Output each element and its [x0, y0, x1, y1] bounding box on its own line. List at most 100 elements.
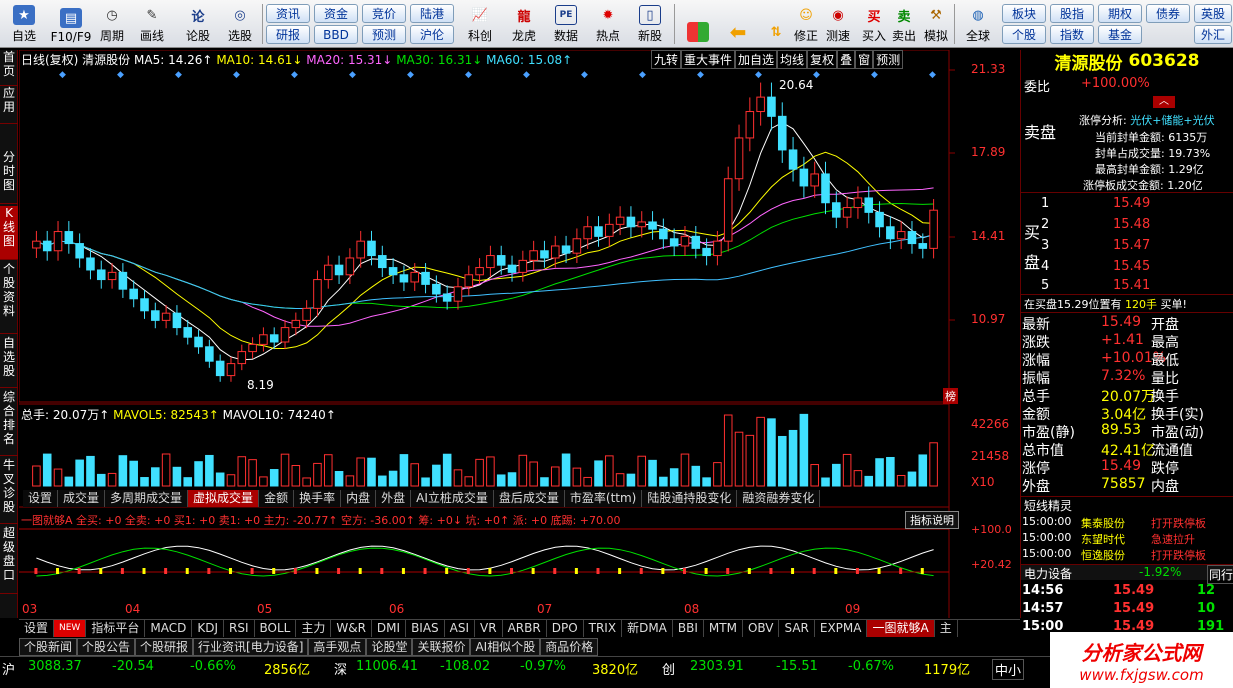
- sh-index[interactable]: 3088.37: [28, 659, 82, 674]
- short-elf-item[interactable]: 东望时代: [1081, 531, 1125, 547]
- pill-bonds[interactable]: 债券: [1146, 4, 1190, 23]
- news-tab[interactable]: 关联报价: [412, 638, 471, 656]
- kline-chart-area[interactable]: ◆ ◆ ◆ ◆ ◆ ◆ ◆ ◆ ◆ ◆ ◆ ◆ ◆ ◆ ◆ ◆ 日线(复权) 清源股份 MA5: 14.26↑…: [19, 50, 1020, 618]
- indicator-tab[interactable]: DPO: [547, 620, 584, 637]
- data-button[interactable]: PE 数据: [548, 2, 584, 46]
- peer-tab[interactable]: 同行: [1207, 565, 1233, 584]
- subtab-ai-volume[interactable]: AI立桩成交量: [411, 490, 494, 507]
- tab-diagnosis[interactable]: 牛叉诊股: [0, 458, 18, 524]
- indicator-tab[interactable]: SAR: [779, 620, 815, 637]
- pill-uk-stocks[interactable]: 英股: [1194, 4, 1232, 23]
- tool-nine-turn[interactable]: 九转: [651, 50, 682, 69]
- draw-line-button[interactable]: ✎ 画线: [136, 2, 168, 46]
- subtab-multi-volume[interactable]: 多周期成交量: [105, 490, 189, 507]
- subtab-inner[interactable]: 内盘: [341, 490, 377, 507]
- subtab-amount[interactable]: 金额: [259, 490, 295, 507]
- pill-bbd[interactable]: BBD: [314, 25, 358, 44]
- short-elf-item[interactable]: 15:00:00: [1022, 531, 1071, 544]
- pill-index[interactable]: 指数: [1050, 25, 1094, 44]
- tab-ranking[interactable]: 综合排名: [0, 390, 18, 456]
- subtab-volume[interactable]: 成交量: [58, 490, 106, 507]
- subtab-pe-ttm[interactable]: 市盈率(ttm): [564, 490, 643, 507]
- tool-window[interactable]: 窗: [855, 50, 874, 69]
- subtab-outer[interactable]: 外盘: [376, 490, 412, 507]
- up-down-button[interactable]: ⇅: [760, 2, 792, 46]
- indicator-tab[interactable]: 主: [935, 620, 958, 637]
- indicator-tab[interactable]: OBV: [743, 620, 780, 637]
- color-grid-button[interactable]: [680, 2, 716, 46]
- news-tab[interactable]: 个股研报: [135, 638, 194, 656]
- tool-overlay[interactable]: 叠: [837, 50, 856, 69]
- subtab-after-hours[interactable]: 盘后成交量: [493, 490, 565, 507]
- revise-button[interactable]: ☺ 修正: [790, 2, 822, 46]
- tool-ma[interactable]: 均线: [777, 50, 808, 69]
- pill-forecast[interactable]: 预测: [362, 25, 406, 44]
- tab-apps[interactable]: 应用: [0, 86, 18, 124]
- pill-sh-london[interactable]: 沪伦: [410, 25, 454, 44]
- news-tab[interactable]: 论股堂: [366, 638, 413, 656]
- news-tab[interactable]: 个股新闻: [19, 638, 78, 656]
- cy-index[interactable]: 2303.91: [690, 659, 744, 674]
- buy-price-4[interactable]: 15.45: [1113, 259, 1150, 274]
- indicator-tab[interactable]: VR: [475, 620, 503, 637]
- pill-futures-index[interactable]: 股指: [1050, 4, 1094, 23]
- back-button[interactable]: ⬅: [720, 2, 756, 46]
- indicator-tab[interactable]: RSI: [224, 620, 255, 637]
- tab-home[interactable]: 首页: [0, 50, 18, 86]
- buy-price-1[interactable]: 15.49: [1113, 196, 1150, 211]
- short-elf-item[interactable]: 急速拉升: [1151, 531, 1195, 547]
- buy-price-2[interactable]: 15.48: [1113, 217, 1150, 232]
- tool-adjust[interactable]: 复权: [807, 50, 838, 69]
- indicator-tab[interactable]: 主力: [296, 620, 332, 637]
- indicator-tab[interactable]: TRIX: [584, 620, 623, 637]
- stock-picker-button[interactable]: ◎ 选股: [224, 2, 256, 46]
- pill-options[interactable]: 期权: [1098, 4, 1142, 23]
- indicator-tab[interactable]: DMI: [372, 620, 407, 637]
- indicator-tab[interactable]: W&R: [331, 620, 372, 637]
- subtab-settings[interactable]: 设置: [23, 490, 59, 507]
- tab-stock-info[interactable]: 个股资料: [0, 262, 18, 334]
- indicator-tab[interactable]: 一图就够A: [867, 620, 935, 637]
- indicator-tab[interactable]: BOLL: [255, 620, 297, 637]
- indicator-tab[interactable]: KDJ: [192, 620, 224, 637]
- collapse-icon[interactable]: ︿: [1153, 96, 1175, 108]
- pill-hk-connect[interactable]: 陆港: [410, 4, 454, 23]
- news-tab[interactable]: 高手观点: [308, 638, 367, 656]
- short-elf-title[interactable]: 短线精灵: [1024, 497, 1072, 514]
- short-elf-item[interactable]: 集泰股份: [1081, 515, 1125, 531]
- pill-stock[interactable]: 个股: [1002, 25, 1046, 44]
- indicator-tab[interactable]: MTM: [704, 620, 743, 637]
- indicator-tab[interactable]: MACD: [145, 620, 193, 637]
- indicator-tab[interactable]: BIAS: [406, 620, 445, 637]
- news-tab[interactable]: 个股公告: [77, 638, 136, 656]
- simulate-button[interactable]: ⚒ 模拟: [920, 2, 952, 46]
- f10-button[interactable]: ▤ F10/F9: [48, 2, 94, 46]
- news-tab[interactable]: 行业资讯[电力设备]: [193, 638, 309, 656]
- pill-funds[interactable]: 资金: [314, 4, 358, 23]
- hot-spot-button[interactable]: ✹ 热点: [590, 2, 626, 46]
- watchlist-button[interactable]: ★ 自选: [4, 2, 44, 46]
- news-tab[interactable]: AI相似个股: [470, 638, 541, 656]
- subtab-margin[interactable]: 融资融券变化: [737, 490, 821, 507]
- speed-test-button[interactable]: ◉ 测速: [822, 2, 854, 46]
- subtab-virtual-volume[interactable]: 虚拟成交量: [188, 490, 260, 507]
- tab-super-order-book[interactable]: 超级盘口: [0, 526, 18, 594]
- pill-news[interactable]: 资讯: [266, 4, 310, 23]
- indicator-tab[interactable]: NEW: [54, 620, 87, 637]
- tool-add-watch[interactable]: 加自选: [735, 50, 778, 69]
- tab-intraday[interactable]: 分时图: [0, 150, 18, 204]
- indicator-tab[interactable]: BBI: [673, 620, 704, 637]
- star-market-button[interactable]: 📈 科创: [462, 2, 498, 46]
- indicator-tab[interactable]: EXPMA: [815, 620, 868, 637]
- indicator-tab[interactable]: 指标平台: [86, 620, 146, 637]
- tool-forecast[interactable]: 预测: [873, 50, 904, 69]
- indicator-tab[interactable]: ARBR: [503, 620, 547, 637]
- subtab-hk-holding[interactable]: 陆股通持股变化: [642, 490, 738, 507]
- short-elf-item[interactable]: 打开跌停板: [1151, 547, 1206, 563]
- tab-kline[interactable]: K线图: [0, 206, 18, 260]
- tab-watchlist[interactable]: 自选股: [0, 336, 18, 388]
- sme-tab[interactable]: 中小: [992, 659, 1025, 680]
- indicator-tab[interactable]: 设置: [19, 620, 55, 637]
- period-button[interactable]: ◷ 周期: [96, 2, 128, 46]
- pill-research[interactable]: 研报: [266, 25, 310, 44]
